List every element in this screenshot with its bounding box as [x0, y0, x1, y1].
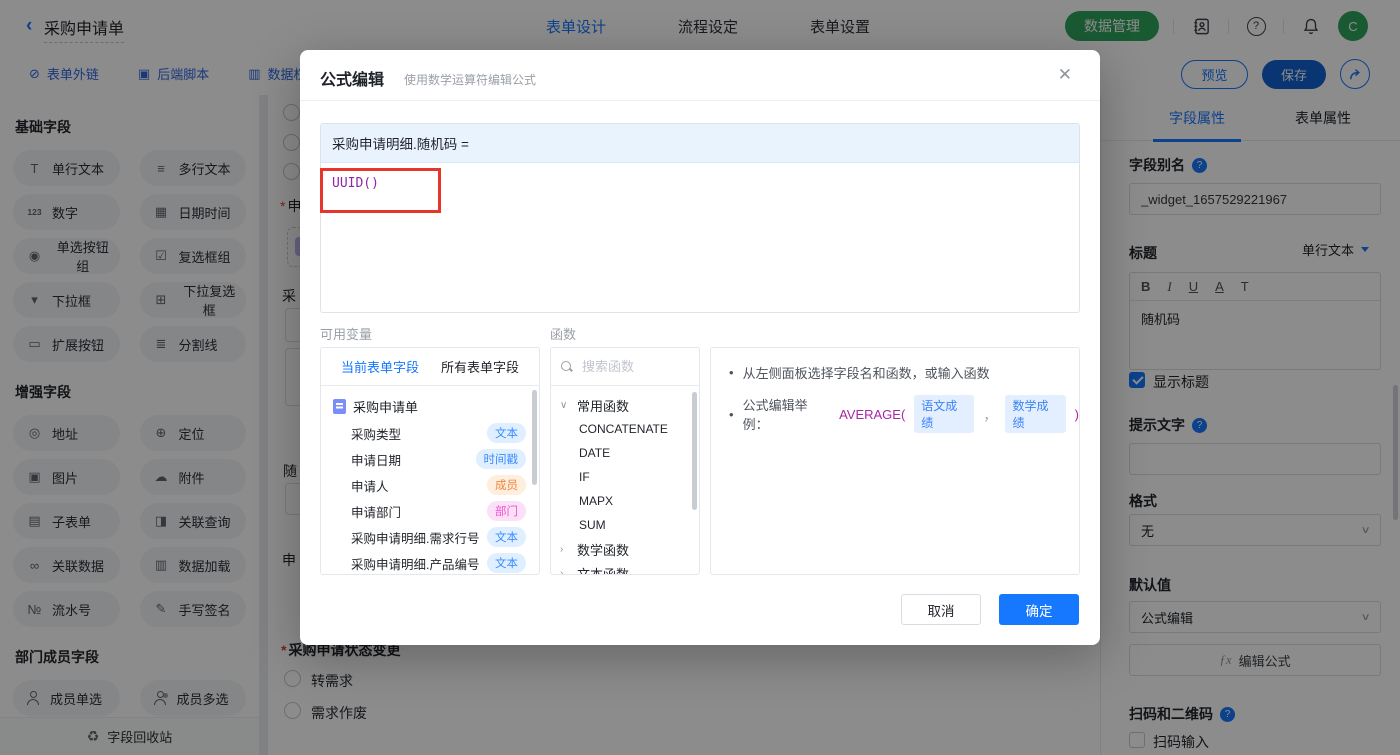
- field-type-badge: 部门: [487, 501, 526, 521]
- example-field-pill: 语文成绩: [914, 395, 975, 433]
- tab-current-form-fields[interactable]: 当前表单字段: [341, 357, 419, 376]
- variables-scrollbar[interactable]: [532, 390, 537, 485]
- functions-scrollbar[interactable]: [692, 392, 697, 510]
- variable-field-row[interactable]: 申请部门 部门: [321, 498, 539, 524]
- function-item[interactable]: SUM: [551, 513, 699, 537]
- functions-section-label: 函数: [550, 327, 577, 342]
- tips-panel: • 从左侧面板选择字段名和函数，或输入函数 • 公式编辑举例： AVERAGE( …: [710, 347, 1080, 575]
- field-type-badge: 文本: [487, 423, 526, 443]
- function-group-text[interactable]: › 文本函数: [551, 561, 699, 575]
- form-doc-icon: [333, 399, 346, 414]
- tab-all-form-fields[interactable]: 所有表单字段: [441, 357, 519, 376]
- form-tree-node[interactable]: 采购申请单: [321, 393, 539, 420]
- modal-header-divider: [300, 100, 1100, 101]
- modal-title: 公式编辑: [320, 72, 385, 89]
- function-item[interactable]: CONCATENATE: [551, 417, 699, 441]
- formula-code-area[interactable]: UUID(): [321, 163, 1079, 313]
- field-type-badge: 文本: [487, 527, 526, 547]
- function-item[interactable]: MAPX: [551, 489, 699, 513]
- bullet-icon: •: [729, 406, 734, 422]
- variable-field-row[interactable]: 采购申请明细.产品编号 文本: [321, 550, 539, 574]
- variables-panel: 当前表单字段 所有表单字段 采购申请单 采购类型 文本 申请日期 时间戳 申请人…: [320, 347, 540, 575]
- formula-target-bar: 采购申请明细.随机码 =: [321, 124, 1079, 163]
- function-item[interactable]: IF: [551, 465, 699, 489]
- field-type-badge: 成员: [487, 475, 526, 495]
- variable-field-row[interactable]: 采购申请明细.需求行号 文本: [321, 524, 539, 550]
- function-tree: ∨ 常用函数 CONCATENATE DATE IF MAPX SUM › 数学…: [551, 386, 699, 575]
- tip-line-1: • 从左侧面板选择字段名和函数，或输入函数: [729, 365, 990, 381]
- variables-section-label: 可用变量: [320, 327, 373, 342]
- cancel-button[interactable]: 取消: [901, 594, 981, 625]
- function-search: [551, 348, 699, 386]
- app-screen: ‹ 采购申请单 表单设计 流程设定 表单设置 数据管理 ? C ⊘ 表单外链 ▣…: [0, 0, 1400, 755]
- chevron-closed-icon: ›: [560, 543, 564, 555]
- function-group-common[interactable]: ∨ 常用函数: [551, 393, 699, 417]
- search-icon: [561, 360, 573, 373]
- tip-line-2: • 公式编辑举例： AVERAGE( 语文成绩 ， 数学成绩 ): [729, 395, 1079, 433]
- modal-subtitle: 使用数学运算符编辑公式: [404, 73, 537, 87]
- functions-panel: ∨ 常用函数 CONCATENATE DATE IF MAPX SUM › 数学…: [550, 347, 700, 575]
- formula-code[interactable]: UUID(): [332, 176, 379, 191]
- variable-field-row[interactable]: 申请人 成员: [321, 472, 539, 498]
- close-icon[interactable]: ✕: [1052, 64, 1078, 86]
- field-type-badge: 文本: [487, 553, 526, 573]
- function-item[interactable]: DATE: [551, 441, 699, 465]
- function-search-input[interactable]: [580, 358, 679, 375]
- bullet-icon: •: [729, 365, 734, 380]
- formula-editor-box: 采购申请明细.随机码 = UUID(): [320, 123, 1080, 313]
- variable-field-row[interactable]: 采购类型 文本: [321, 420, 539, 446]
- formula-editor-modal: 公式编辑 使用数学运算符编辑公式 ✕ 采购申请明细.随机码 = UUID() 可…: [300, 50, 1100, 645]
- variable-field-row[interactable]: 申请日期 时间戳: [321, 446, 539, 472]
- chevron-open-icon: ∨: [560, 399, 568, 411]
- variables-tabs: 当前表单字段 所有表单字段: [321, 348, 539, 386]
- chevron-closed-icon: ›: [560, 567, 564, 575]
- confirm-button[interactable]: 确定: [999, 594, 1079, 625]
- example-field-pill: 数学成绩: [1005, 395, 1066, 433]
- field-type-badge: 时间戳: [475, 449, 526, 469]
- function-group-math[interactable]: › 数学函数: [551, 537, 699, 561]
